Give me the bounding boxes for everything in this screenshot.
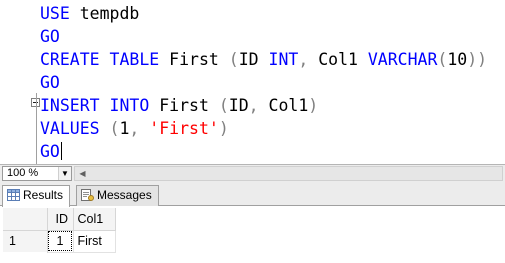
code-token: First [169, 50, 229, 69]
code-line[interactable]: GO [40, 25, 60, 48]
code-token: tempdb [79, 4, 140, 23]
code-token: INSERT [40, 96, 110, 115]
cell-id[interactable]: 1 [47, 230, 74, 253]
messages-icon [81, 189, 94, 201]
tab-results[interactable]: Results [2, 185, 71, 207]
text-caret [60, 142, 62, 160]
code-line[interactable]: INSERT INTO First (ID, Col1) [40, 94, 318, 117]
horizontal-scrollbar[interactable]: ◀ [74, 166, 503, 181]
code-line[interactable]: USE tempdb [40, 2, 139, 25]
results-tabstrip: Results Messages [0, 182, 505, 207]
code-line[interactable]: GO [40, 71, 60, 94]
tab-messages-label: Messages [97, 188, 152, 202]
grid-header-row: ID Col1 [3, 208, 116, 231]
code-token: INT [268, 50, 299, 69]
code-line[interactable]: CREATE TABLE First (ID INT, Col1 VARCHAR… [40, 48, 487, 71]
code-token: GO [40, 73, 60, 92]
row-number[interactable]: 1 [3, 230, 48, 252]
code-token: CREATE [40, 50, 110, 69]
tab-messages[interactable]: Messages [76, 185, 159, 206]
zoom-select[interactable]: 100 % ▼ [2, 166, 72, 181]
grid-corner[interactable] [3, 208, 48, 231]
code-token: 10 [447, 50, 468, 69]
chevron-down-icon[interactable]: ▼ [58, 167, 71, 180]
code-line[interactable]: VALUES (1, 'First') [40, 117, 229, 140]
column-header-col1[interactable]: Col1 [73, 208, 116, 231]
code-token: , [248, 96, 269, 115]
editor-margin [0, 0, 31, 164]
code-token: 1 [119, 119, 130, 138]
cell-col1[interactable]: First [73, 230, 116, 253]
zoom-bar: 100 % ▼ ◀ [0, 164, 505, 182]
scroll-left-icon[interactable]: ◀ [75, 167, 90, 180]
code-token: GO [40, 142, 60, 161]
tab-results-label: Results [23, 188, 64, 202]
code-token: ) [218, 119, 229, 138]
code-token: VARCHAR [367, 50, 438, 69]
query-window: USE tempdb GO CREATE TABLE First (ID INT, … [0, 0, 505, 263]
column-header-id[interactable]: ID [47, 208, 74, 231]
grid-icon [7, 189, 20, 201]
code-token: )) [467, 50, 488, 69]
code-token: ( [437, 50, 448, 69]
code-token: ) [308, 96, 319, 115]
code-token: Col1 [268, 96, 309, 115]
code-token: First [159, 96, 219, 115]
results-grid: ID Col1 1 1 First [3, 208, 116, 253]
outline-line [36, 93, 37, 164]
code-token: ( [218, 96, 229, 115]
code-token: , [298, 50, 319, 69]
code-token: ( [109, 119, 120, 138]
table-row: 1 1 First [3, 230, 116, 253]
sql-editor[interactable]: USE tempdb GO CREATE TABLE First (ID INT, … [0, 0, 505, 164]
code-token: ID [238, 50, 269, 69]
code-token: 'First' [149, 119, 219, 138]
code-token: , [129, 119, 150, 138]
code-token: VALUES [40, 119, 110, 138]
code-token: Col1 [318, 50, 368, 69]
code-token: ID [228, 96, 249, 115]
code-token: TABLE [109, 50, 170, 69]
code-line[interactable]: GO [40, 140, 62, 163]
zoom-value: 100 % [7, 167, 39, 179]
results-grid-area: ID Col1 1 1 First [0, 206, 505, 263]
code-token: USE [40, 4, 80, 23]
code-token: ( [228, 50, 239, 69]
code-token: INTO [109, 96, 160, 115]
code-token: GO [40, 27, 60, 46]
